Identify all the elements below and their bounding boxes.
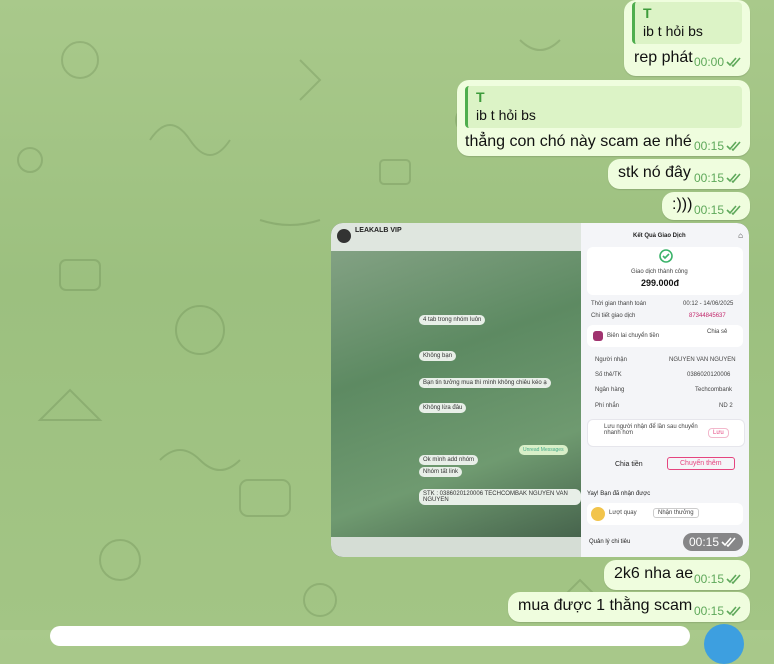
receipt-status: Giao dịch thành công <box>631 269 688 275</box>
message-text: 2k6 nha ae <box>614 565 694 582</box>
double-check-icon <box>726 606 741 616</box>
photo-chat-screen: LEAKALB VIP 4 tab trong nhóm luôn Không … <box>331 223 581 557</box>
message-meta: 00:15 <box>694 604 742 618</box>
reply-quote[interactable]: T ib t hỏi bs <box>465 86 742 128</box>
message-meta: 00:15 <box>694 139 742 153</box>
message-text: :))) <box>672 196 693 213</box>
receipt-share-row: Biên lai chuyển tiền Chia sẻ <box>587 325 743 347</box>
message-bubble[interactable]: :))) 00:15 <box>662 192 750 220</box>
receipt-amount: 299.000đ <box>641 278 680 288</box>
double-check-icon <box>726 173 741 183</box>
message-text: stk nó đây <box>618 164 691 181</box>
receipt-header: Kết Quả Giao Dịch <box>633 233 686 239</box>
message-meta: 00:15 <box>694 203 742 217</box>
message-time: 00:15 <box>693 604 724 618</box>
share-money-button[interactable]: Chia tiền <box>615 461 643 468</box>
receipt-time-label: Thời gian thanh toán <box>591 301 647 307</box>
double-check-icon <box>721 537 736 547</box>
receipt-icon <box>593 331 603 341</box>
photo-chat-inputbar <box>331 537 581 557</box>
photo-chat-msg: STK : 0386020120006 TECHCOMBAK NGUYEN VA… <box>419 489 581 505</box>
receipt-code-label: Chi tiết giao dịch <box>591 313 636 319</box>
receipt-code-value: 87344845637 <box>689 313 726 319</box>
reply-text: ib t hỏi bs <box>476 107 536 123</box>
message-time: 00:15 <box>693 171 724 185</box>
photo-receipt-screen: Kết Quả Giao Dịch ⌂ Giao dịch thành công… <box>581 223 749 557</box>
reward-title: Yay! Bạn đã nhận được <box>587 491 651 497</box>
photo-chat-msg: Nhóm tất link <box>419 467 463 477</box>
double-check-icon <box>726 205 741 215</box>
reply-sender: T <box>476 89 485 105</box>
message-time: 00:15 <box>693 203 724 217</box>
photo-chat-header: LEAKALB VIP <box>331 223 581 251</box>
photo-unread: Unread Messages <box>519 445 568 455</box>
check-circle-icon <box>659 249 673 263</box>
message-time: 00:15 <box>693 139 724 153</box>
double-check-icon <box>726 57 741 67</box>
double-check-icon <box>726 141 741 151</box>
manage-spending-label: Quản lý chi tiêu <box>589 539 631 545</box>
receipt-share-label: Chia sẻ <box>707 329 728 335</box>
reply-quote[interactable]: T ib t hỏi bs <box>632 2 742 44</box>
receipt-time-value: 00:12 - 14/06/2025 <box>683 301 734 307</box>
bank-label: Ngân hàng <box>595 387 625 393</box>
fee-label: Phí nhắn <box>595 403 620 409</box>
message-bubble[interactable]: 2k6 nha ae 00:15 <box>604 560 750 590</box>
double-check-icon <box>726 574 741 584</box>
bank-value: Techcombank <box>695 387 733 393</box>
recipient-value: NGUYEN VAN NGUYEN <box>669 357 736 363</box>
photo-time: 00:15 <box>688 535 719 549</box>
message-meta: 00:15 <box>694 171 742 185</box>
reward-button[interactable]: Nhận thưởng <box>653 508 699 518</box>
home-icon: ⌂ <box>738 231 743 240</box>
save-hint: Lưu người nhận để lần sau chuyển nhanh h… <box>604 424 698 436</box>
message-meta: 00:15 <box>694 572 742 586</box>
photo-chat-msg: Không bạn <box>419 351 457 361</box>
fee-value: ND 2 <box>719 403 733 409</box>
send-button[interactable] <box>704 624 744 664</box>
message-bubble[interactable]: stk nó đây 00:15 <box>608 159 750 189</box>
photo-chat-msg: 4 tab trong nhóm luôn <box>419 315 486 325</box>
photo-time-badge: 00:15 <box>682 533 743 551</box>
reward-item: Lượt quay <box>609 510 637 516</box>
transfer-more-button[interactable]: Chuyển thêm <box>667 457 735 470</box>
photo-message[interactable]: LEAKALB VIP 4 tab trong nhóm luôn Không … <box>331 223 749 557</box>
message-bubble[interactable]: T ib t hỏi bs thẳng con chó này scam ae … <box>457 80 750 156</box>
reply-text: ib t hỏi bs <box>643 23 703 39</box>
message-time: 00:00 <box>693 55 724 69</box>
save-recipient-box: Lưu người nhận để lần sau chuyển nhanh h… <box>587 419 745 447</box>
message-bubble[interactable]: T ib t hỏi bs rep phát 00:00 <box>624 0 750 76</box>
photo-chat-name: LEAKALB VIP <box>355 227 402 234</box>
photo-chat-msg: Không lừa đâu <box>419 403 467 413</box>
reward-card: Lượt quay Nhận thưởng <box>587 503 743 525</box>
message-time: 00:15 <box>693 572 724 586</box>
recipient-label: Người nhận <box>595 357 627 363</box>
receipt-status-card: Giao dịch thành công 299.000đ <box>587 247 743 295</box>
message-bubble[interactable]: mua được 1 thằng scam 00:15 <box>508 592 750 622</box>
message-text: thẳng con chó này scam ae nhé <box>465 133 692 150</box>
account-label: Số thẻ/TK <box>595 372 622 378</box>
reply-sender: T <box>643 5 652 21</box>
message-text: rep phát <box>634 49 693 66</box>
message-text: mua được 1 thằng scam <box>518 597 693 614</box>
save-button[interactable]: Lưu <box>708 428 729 438</box>
receipt-label: Biên lai chuyển tiền <box>607 333 660 339</box>
reward-icon <box>591 507 605 521</box>
message-meta: 00:00 <box>694 55 742 69</box>
message-input[interactable] <box>50 626 690 646</box>
photo-chat-msg: Bạn tin tưởng mua thì mình không chiêu k… <box>419 378 551 388</box>
avatar <box>337 229 351 243</box>
account-value: 0386020120006 <box>687 372 731 378</box>
photo-chat-msg: Ok mình add nhóm <box>419 455 479 465</box>
